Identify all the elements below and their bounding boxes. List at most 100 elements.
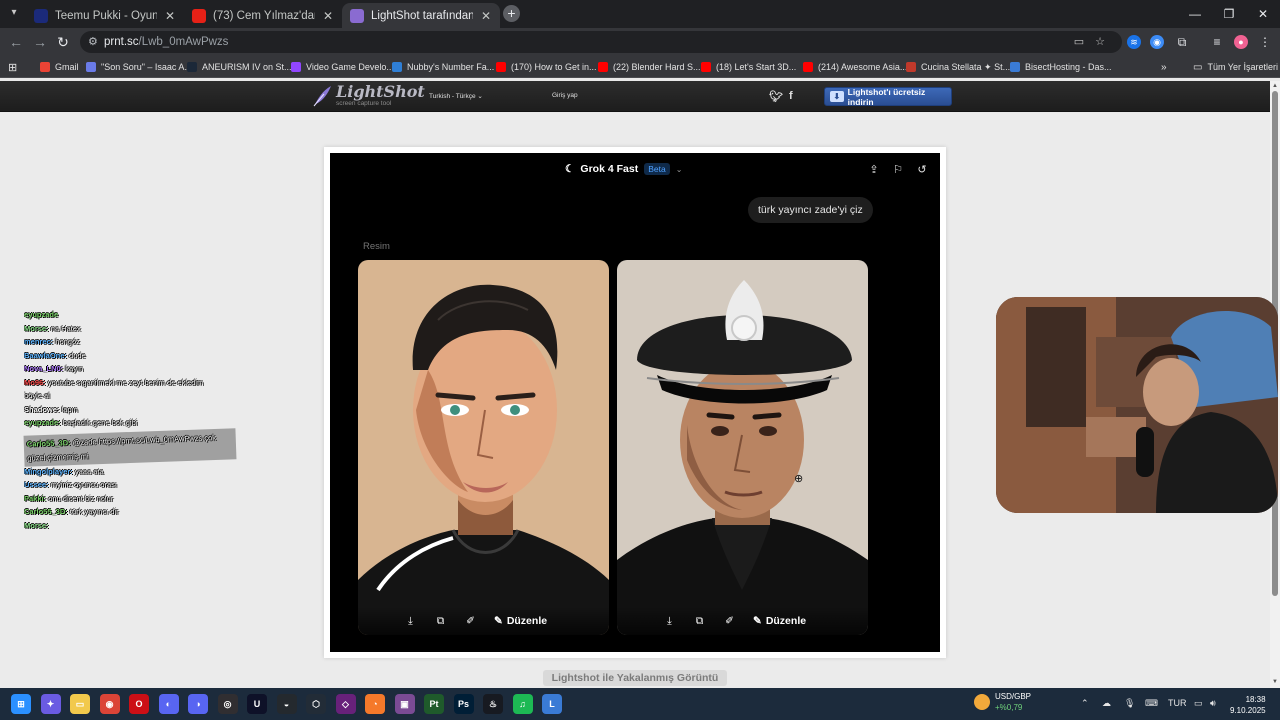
address-url[interactable]: prnt.sc/Lwb_0mAwPwzs [104, 36, 228, 48]
opera-taskbar-icon[interactable]: O [129, 694, 149, 714]
copy-icon[interactable]: ⧉ [434, 615, 447, 628]
unity-taskbar-icon[interactable]: ⬡ [306, 694, 326, 714]
bookmark-icon[interactable]: ⚐ [891, 163, 905, 177]
share-icon[interactable]: ⇪ [867, 163, 881, 177]
edit-image-button[interactable]: ✎ Düzenle [753, 615, 806, 627]
tab-close-icon[interactable]: ✕ [164, 9, 176, 23]
restore-button[interactable]: ❐ [1212, 0, 1246, 28]
pycharm-taskbar-icon[interactable]: Pt [424, 694, 444, 714]
facebook-icon[interactable]: f [789, 90, 793, 102]
back-button[interactable]: ← [8, 34, 24, 50]
visual-studio-taskbar-icon[interactable]: ◇ [335, 694, 356, 714]
animate-icon[interactable]: ✐ [464, 615, 477, 627]
keyboard-icon[interactable]: ⌨ [1145, 698, 1158, 709]
download-icon[interactable]: ⤓ [663, 615, 676, 628]
install-app-icon[interactable]: ▭ [1072, 35, 1086, 49]
animate-icon[interactable]: ✐ [723, 615, 736, 627]
bookmark-cucina-stellata[interactable]: Cucina Stellata ✦ St... [906, 60, 1010, 74]
system-clock[interactable]: 18:38 9.10.2025 [1230, 694, 1266, 716]
unreal-taskbar-icon[interactable]: U [247, 694, 267, 714]
new-tab-button[interactable]: + [503, 5, 520, 22]
bookmark-blender-hard[interactable]: (22) Blender Hard S... [598, 60, 701, 74]
lightshot-favicon-icon [350, 8, 364, 23]
extension-sound-icon[interactable]: ≋ [1127, 35, 1141, 49]
more-bookmarks-chevron-icon[interactable]: » [1161, 60, 1167, 74]
extension-shield-icon[interactable]: ◉ [1150, 35, 1164, 49]
microphone-icon[interactable]: 🎙︎ [1124, 698, 1135, 709]
lightshot-logo[interactable]: LightShot screen capture tool [312, 84, 425, 107]
bookmark-lets-start-3d[interactable]: (18) Let's Start 3D... [701, 60, 796, 74]
reading-list-icon[interactable]: ≡ [1210, 35, 1224, 49]
bookmark-aneurism[interactable]: ANEURISM IV on St... [187, 60, 292, 74]
bookmark-bisecthosting[interactable]: BisectHosting - Das... [1010, 60, 1112, 74]
chrome-taskbar-icon[interactable]: ◉ [99, 694, 120, 714]
tab-lightshot[interactable]: LightShot tarafından Ekran Görü... ✕ [342, 3, 500, 28]
language-selector[interactable]: Turkish - Türkçe ⌄ [429, 92, 483, 100]
chat-text: na Hatex [50, 323, 81, 333]
bookmark-gmail[interactable]: Gmail [40, 60, 79, 74]
download-icon[interactable]: ⤓ [404, 615, 417, 628]
site-info-icon[interactable]: ⚙ [88, 35, 98, 48]
chat-username: Morse: [24, 520, 49, 530]
browser-toolbar: ← → ↻ ⚙ prnt.sc/Lwb_0mAwPwzs ▭ ☆ ≋ ◉ ⧉ ≡… [0, 28, 1280, 56]
apps-grid-icon[interactable]: ⊞ [8, 60, 17, 74]
forward-button[interactable]: → [32, 34, 48, 50]
copilot-taskbar-icon[interactable]: ✦ [40, 694, 61, 714]
spotify-taskbar-icon[interactable]: ♫ [512, 694, 533, 714]
bookmark-star-icon[interactable]: ☆ [1093, 35, 1107, 49]
captured-screenshot[interactable]: ☾ Grok 4 Fast Beta ⌄ ⇪ ⚐ ↺ türk yayıncı … [330, 153, 940, 652]
scroll-up-icon[interactable]: ▲ [1272, 83, 1278, 89]
github-taskbar-icon[interactable]: ◒ [276, 694, 297, 714]
history-icon[interactable]: ↺ [915, 163, 929, 177]
chat-message: eyupzade [24, 308, 239, 322]
all-bookmarks-folder[interactable]: ▭ Tüm Yer İşaretleri [1193, 60, 1278, 74]
onedrive-icon[interactable]: ☁ [1102, 698, 1111, 709]
volume-icon[interactable]: 🔊︎ [1210, 698, 1216, 709]
url-host: prnt.sc [104, 36, 139, 48]
tab-close-icon[interactable]: ✕ [322, 9, 334, 23]
start-taskbar-icon[interactable]: ⊞ [11, 694, 31, 714]
minimize-button[interactable]: — [1178, 0, 1212, 28]
bookmark-son-soru[interactable]: "Son Soru" – Isaac A... [86, 60, 192, 74]
input-language[interactable]: TUR [1168, 698, 1187, 708]
bookmark-awesome-asia[interactable]: (214) Awesome Asia... [803, 60, 907, 74]
tab-close-icon[interactable]: ✕ [480, 9, 492, 23]
tab-teemu-pukki[interactable]: Teemu Pukki - Oyuncu profili 2... ✕ [26, 3, 184, 28]
scroll-down-icon[interactable]: ▼ [1272, 679, 1278, 685]
photoshop-taskbar-icon[interactable]: Ps [453, 694, 474, 714]
aseprite-taskbar-icon[interactable]: ▣ [394, 694, 415, 714]
currency-widget[interactable]: USD/GBP +%0,79 [974, 691, 1031, 713]
tab-cem-yilmaz[interactable]: (73) Cem Yılmaz'dan Yahşi Batı... ✕ [184, 3, 342, 28]
address-bar[interactable]: ⚙ prnt.sc/Lwb_0mAwPwzs ▭ ☆ [80, 31, 1122, 53]
tray-overflow-chevron-icon[interactable]: ⌃ [1081, 698, 1089, 709]
bookmark-nubby[interactable]: Nubby's Number Fa... [392, 60, 494, 74]
reload-button[interactable]: ↻ [55, 34, 71, 50]
lightshot-taskbar-icon[interactable]: L [542, 694, 562, 714]
twitter-icon[interactable]: 🐦︎ [769, 90, 783, 103]
download-lightshot-button[interactable]: ⬇ Lightshot'ı ücretsiz indirin [824, 87, 952, 107]
steam-taskbar-icon[interactable]: ♨ [483, 694, 503, 714]
browser-menu-icon[interactable]: ⋮ [1258, 35, 1272, 49]
bookmark-how-to-get-in[interactable]: (170) How to Get in... [496, 60, 597, 74]
generated-image-officer[interactable]: ⤓ ⧉ ✐ ✎ Düzenle [617, 260, 868, 635]
discord-ptb-taskbar-icon[interactable]: ◐ [158, 694, 179, 714]
file-explorer-taskbar-icon[interactable]: ▭ [70, 694, 90, 714]
streamer-webcam [996, 297, 1278, 513]
extensions-puzzle-icon[interactable]: ⧉ [1175, 35, 1189, 49]
tab-search-icon[interactable]: ▾ [6, 7, 22, 21]
feather-logo-icon [313, 86, 331, 107]
generated-image-cartoon[interactable]: ⤓ ⧉ ✐ ✎ Düzenle [358, 260, 609, 635]
model-selector[interactable]: ☾ Grok 4 Fast Beta ⌄ [565, 163, 682, 175]
close-window-button[interactable]: ✕ [1246, 0, 1280, 28]
edit-image-button[interactable]: ✎ Düzenle [494, 615, 547, 627]
profile-avatar[interactable]: ● [1234, 35, 1248, 49]
discord-taskbar-icon[interactable]: ◑ [188, 694, 208, 714]
image-actions-bar: ⤓ ⧉ ✐ ✎ Düzenle [358, 607, 609, 635]
copy-icon[interactable]: ⧉ [693, 615, 706, 628]
obs-taskbar-icon[interactable]: ◎ [217, 694, 238, 714]
login-link[interactable]: Giriş yap [552, 92, 578, 99]
chat-message: Shadowe: lapın [24, 403, 239, 417]
bookmark-video-game[interactable]: Video Game Develo... [291, 60, 394, 74]
blender-taskbar-icon[interactable]: ◔ [365, 694, 385, 714]
network-icon[interactable]: ▭ [1194, 698, 1203, 709]
